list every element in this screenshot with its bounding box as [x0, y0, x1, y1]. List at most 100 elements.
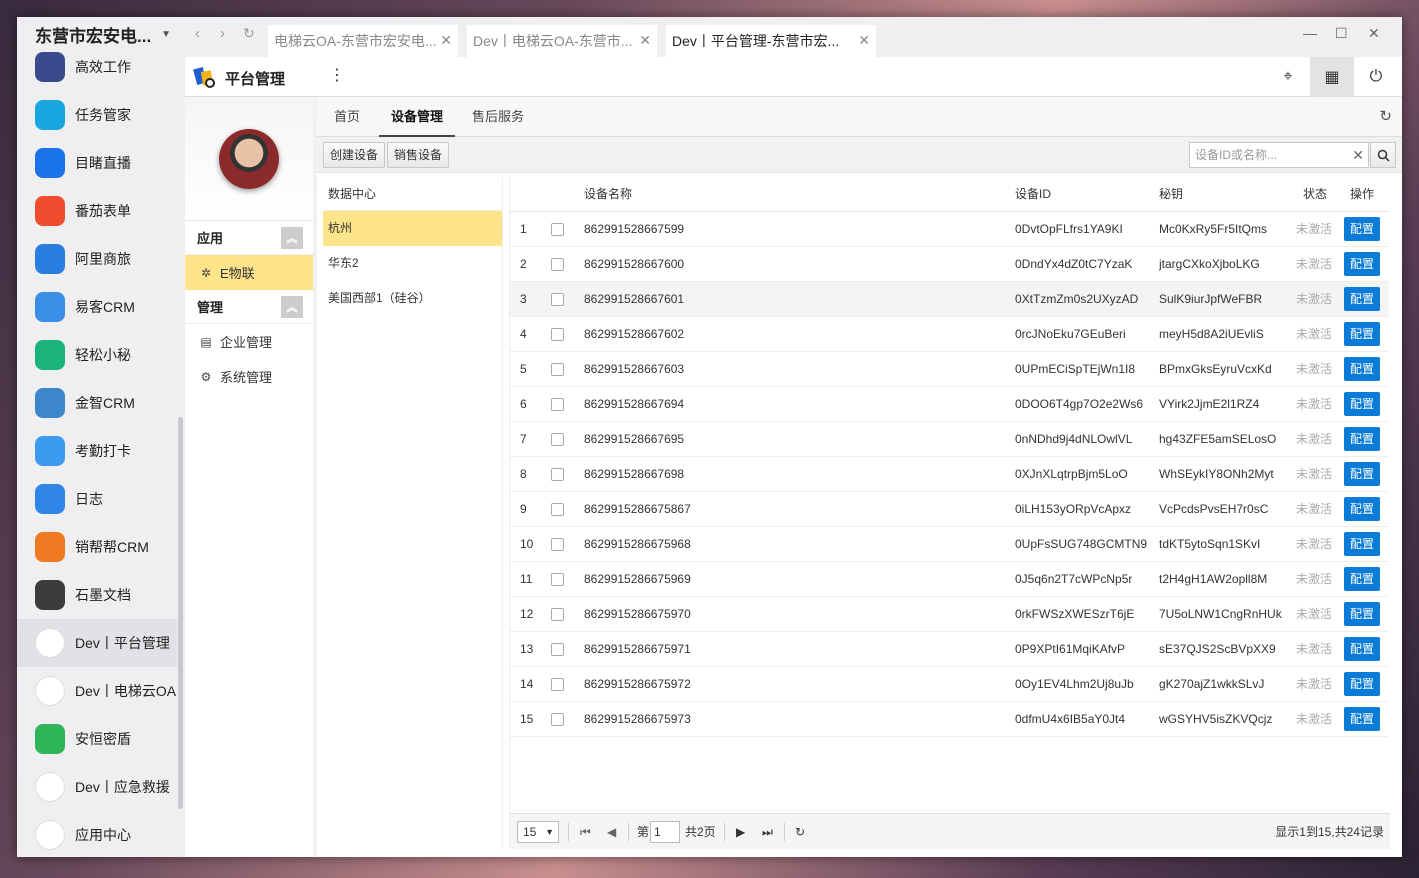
browser-tab-1[interactable]: 电梯云OA-东营市宏安电... ✕ [268, 25, 458, 57]
configure-button[interactable]: 配置 [1344, 357, 1380, 381]
configure-button[interactable]: 配置 [1344, 497, 1380, 521]
datacenter-item[interactable]: 美国西部1（硅谷） [323, 281, 502, 316]
app-item[interactable]: 轻松小秘 [17, 331, 177, 379]
configure-button[interactable]: 配置 [1344, 322, 1380, 346]
table-row[interactable]: 12 8629915286675970 0rkFWSzXWESzrT6jE 7U5oL… [510, 597, 1389, 632]
minimize-icon[interactable]: — [1303, 25, 1317, 41]
app-item[interactable]: 考勤打卡 [17, 427, 177, 475]
browser-tab-3[interactable]: Dev丨平台管理-东营市宏... ✕ [666, 25, 876, 57]
app-item[interactable]: 目睹直播 [17, 139, 177, 187]
page-size-select[interactable]: 15 ▼ [517, 821, 559, 843]
search-icon[interactable] [1370, 142, 1396, 168]
configure-button[interactable]: 配置 [1344, 252, 1380, 276]
table-row[interactable]: 1 862991528667599 0DvtOpFLfrs1YA9KI Mc0KxRy… [510, 212, 1389, 247]
column-header-secret[interactable]: 秘钥 [1159, 177, 1183, 212]
row-checkbox[interactable] [551, 328, 564, 341]
tab-after-sales[interactable]: 售后服务 [463, 97, 533, 137]
nav-section-apps[interactable]: 应用 ︽ [185, 221, 313, 255]
datacenter-item[interactable]: 华东2 [323, 246, 502, 281]
column-header-status[interactable]: 状态 [1303, 177, 1327, 212]
sidebar-scrollbar[interactable] [178, 417, 183, 809]
first-page-icon[interactable]: ⏮ [580, 814, 591, 850]
app-item[interactable]: Dev丨应急救援 [17, 763, 177, 811]
close-icon[interactable]: ✕ [858, 32, 870, 49]
row-checkbox[interactable] [551, 293, 564, 306]
configure-button[interactable]: 配置 [1344, 602, 1380, 626]
configure-button[interactable]: 配置 [1344, 567, 1380, 591]
create-device-button[interactable]: 创建设备 [323, 142, 386, 168]
chevron-up-icon[interactable]: ︽ [281, 227, 303, 249]
chevron-up-icon[interactable]: ︽ [281, 296, 303, 318]
row-checkbox[interactable] [551, 433, 564, 446]
reload-icon[interactable]: ↻ [795, 814, 805, 850]
next-page-icon[interactable]: ▶ [736, 814, 745, 850]
app-item[interactable]: 石墨文档 [17, 571, 177, 619]
app-item[interactable]: 易客CRM [17, 283, 177, 331]
column-header-name[interactable]: 设备名称 [584, 177, 632, 212]
row-checkbox[interactable] [551, 643, 564, 656]
maximize-icon[interactable]: ☐ [1335, 25, 1348, 42]
row-checkbox[interactable] [551, 223, 564, 236]
close-icon[interactable]: ✕ [440, 32, 452, 49]
refresh-icon[interactable]: ↻ [1379, 107, 1392, 125]
app-item[interactable]: 安恒密盾 [17, 715, 177, 763]
reload-icon[interactable]: ↻ [243, 25, 255, 42]
app-item[interactable]: 阿里商旅 [17, 235, 177, 283]
power-icon[interactable]: ⏻ [1354, 57, 1398, 97]
row-checkbox[interactable] [551, 573, 564, 586]
app-item[interactable]: 番茄表单 [17, 187, 177, 235]
app-item[interactable]: 高效工作 [17, 43, 177, 91]
table-row[interactable]: 2 862991528667600 0DndYx4dZ0tC7YzaK jtargCX… [510, 247, 1389, 282]
configure-button[interactable]: 配置 [1344, 462, 1380, 486]
row-checkbox[interactable] [551, 363, 564, 376]
table-row[interactable]: 4 862991528667602 0rcJNoEku7GEuBeri meyH5d8… [510, 317, 1389, 352]
table-row[interactable]: 9 8629915286675867 0iLH153yORpVcApxz VcPcds… [510, 492, 1389, 527]
configure-button[interactable]: 配置 [1344, 707, 1380, 731]
forward-icon[interactable]: › [220, 25, 225, 42]
row-checkbox[interactable] [551, 258, 564, 271]
nav-item-iot[interactable]: ✲ E物联 [185, 255, 313, 290]
app-item[interactable]: 日志 [17, 475, 177, 523]
configure-button[interactable]: 配置 [1344, 427, 1380, 451]
app-item[interactable]: 应用中心 [17, 811, 177, 853]
clear-icon[interactable]: ✕ [1352, 143, 1364, 167]
table-row[interactable]: 14 8629915286675972 0Oy1EV4Lhm2Uj8uJb gK270… [510, 667, 1389, 702]
tab-home[interactable]: 首页 [325, 97, 369, 137]
more-menu-icon[interactable]: ⋮ [329, 65, 345, 85]
window-close-icon[interactable]: ✕ [1368, 25, 1380, 42]
configure-button[interactable]: 配置 [1344, 392, 1380, 416]
page-number-input[interactable]: 1 [650, 821, 680, 843]
configure-button[interactable]: 配置 [1344, 672, 1380, 696]
row-checkbox[interactable] [551, 398, 564, 411]
map-icon[interactable]: ⌖ [1266, 57, 1310, 97]
configure-button[interactable]: 配置 [1344, 532, 1380, 556]
close-icon[interactable]: ✕ [639, 32, 651, 49]
row-checkbox[interactable] [551, 468, 564, 481]
app-item[interactable]: 金智CRM [17, 379, 177, 427]
table-row[interactable]: 7 862991528667695 0nNDhd9j4dNLOwlVL hg43ZFE… [510, 422, 1389, 457]
row-checkbox[interactable] [551, 713, 564, 726]
table-row[interactable]: 13 8629915286675971 0P9XPtI61MqiKAfvP sE37Q… [510, 632, 1389, 667]
app-item[interactable]: Dev丨平台管理 [17, 619, 177, 667]
table-row[interactable]: 8 862991528667698 0XJnXLqtrpBjm5LoO WhSEykI… [510, 457, 1389, 492]
row-checkbox[interactable] [551, 503, 564, 516]
back-icon[interactable]: ‹ [195, 25, 200, 42]
sell-device-button[interactable]: 销售设备 [387, 142, 450, 168]
configure-button[interactable]: 配置 [1344, 287, 1380, 311]
table-row[interactable]: 11 8629915286675969 0J5q6n2T7cWPcNp5r t2H4g… [510, 562, 1389, 597]
grid-apps-icon[interactable]: ▦ [1310, 57, 1354, 97]
table-row[interactable]: 10 8629915286675968 0UpFsSUG748GCMTN9 tdKT5… [510, 527, 1389, 562]
table-row[interactable]: 5 862991528667603 0UPmECiSpTEjWn1I8 BPmxGks… [510, 352, 1389, 387]
configure-button[interactable]: 配置 [1344, 217, 1380, 241]
column-header-id[interactable]: 设备ID [1015, 177, 1051, 212]
nav-item-enterprise[interactable]: ▤ 企业管理 [185, 324, 313, 359]
nav-section-manage[interactable]: 管理 ︽ [185, 290, 313, 324]
app-item[interactable]: 任务管家 [17, 91, 177, 139]
prev-page-icon[interactable]: ◀ [607, 814, 616, 850]
configure-button[interactable]: 配置 [1344, 637, 1380, 661]
table-row[interactable]: 6 862991528667694 0DOO6T4gp7O2e2Ws6 VYirk2J… [510, 387, 1389, 422]
table-row[interactable]: 3 862991528667601 0XtTzmZm0s2UXyzAD SulK9iu… [510, 282, 1389, 317]
datacenter-item[interactable]: 杭州 [323, 211, 502, 246]
app-item[interactable]: Dev丨电梯云OA [17, 667, 177, 715]
table-row[interactable]: 15 8629915286675973 0dfmU4x6IB5aY0Jt4 wGSYH… [510, 702, 1389, 737]
